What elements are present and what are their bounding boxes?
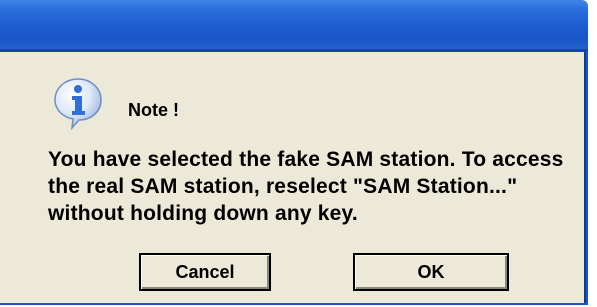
- cancel-button-label: Cancel: [175, 262, 235, 282]
- information-icon: [54, 78, 102, 130]
- dialog-message: You have selected the fake SAM station. …: [48, 148, 564, 225]
- ok-button[interactable]: OK: [353, 253, 509, 291]
- cancel-button[interactable]: Cancel: [139, 253, 271, 291]
- title-bar[interactable]: [0, 0, 588, 52]
- dialog-heading: Note !: [128, 100, 179, 120]
- ok-button-label: OK: [417, 262, 445, 282]
- dialog-border-right: [584, 52, 586, 303]
